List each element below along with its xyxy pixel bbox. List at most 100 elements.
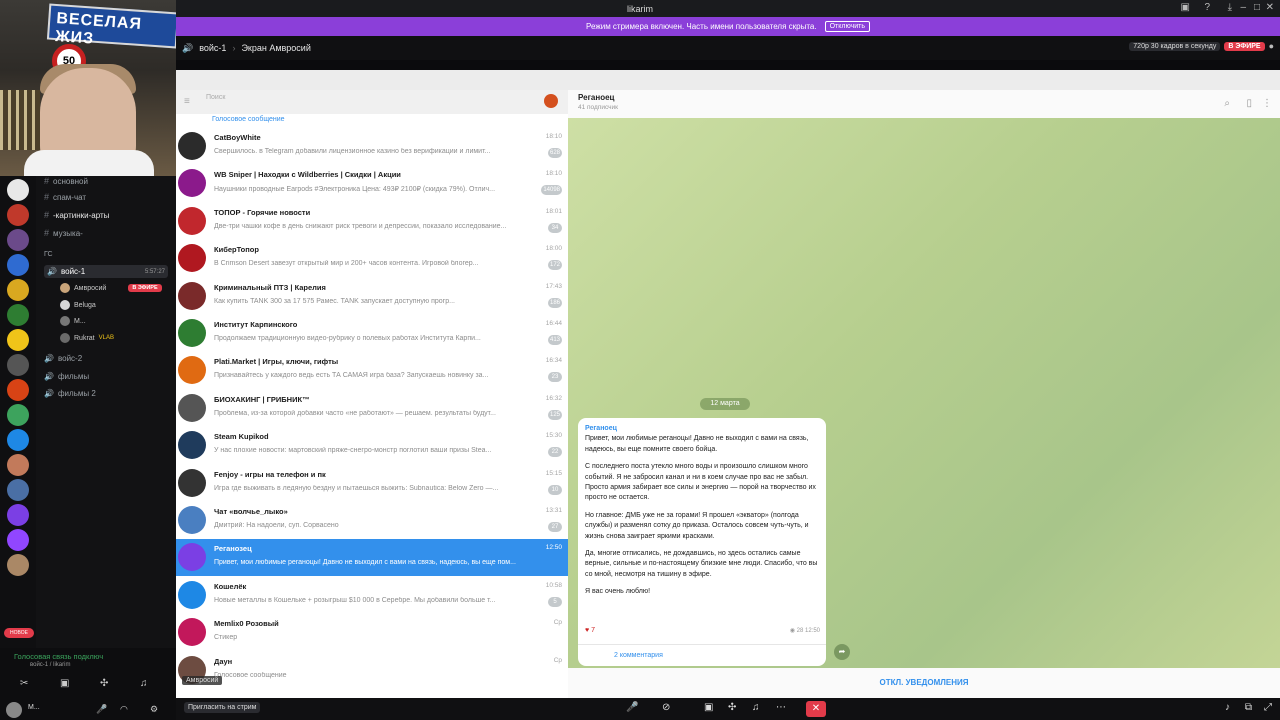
chat-preview: Стикер [214,634,238,642]
voice-user[interactable]: Beluga [60,300,96,310]
channel-spam[interactable]: # спам-чат [44,192,86,202]
close-icon[interactable]: ✕ [1266,2,1274,13]
forward-icon[interactable]: ➦ [834,644,850,660]
chat-name: КиберТопор [214,245,259,255]
server-icon[interactable] [7,504,29,526]
soundboard-icon[interactable]: ♫ [752,702,760,713]
screen-share-icon[interactable]: ▣ [60,678,69,689]
avatar [60,283,70,293]
chat-header: Реганоец 41 подписчик ⌕ ▯ ⋮ [568,90,1280,118]
chat-row[interactable]: БИОХАКИНГ | ГРИБНИК™ Проблема, из-за кото… [176,390,568,427]
chat-row[interactable]: КиберТопор В Crimson Desert завезут откры… [176,240,568,277]
chat-row[interactable]: Plati.Market | Игры, ключи, гифты Признав… [176,352,568,389]
comments-link[interactable]: 2 комментария [578,644,826,666]
menu-icon[interactable]: ≡ [184,96,190,107]
invite-to-stream-button[interactable]: Пригласить на стрим [184,702,261,713]
server-icon[interactable] [7,179,29,201]
speaker-icon: 🔊 [44,354,54,363]
server-icon[interactable] [7,479,29,501]
inbox-icon[interactable]: ▣ [1181,2,1190,13]
chat-row[interactable]: Fenjoy - игры на телефон и пк Игра где вы… [176,465,568,502]
speaker-icon: 🔊 [44,372,54,381]
server-icon[interactable] [7,379,29,401]
streamer-mode-text: Режим стримера включен. Часть имени поль… [586,22,817,31]
chat-row[interactable]: Криминальный ПТЗ | Карелия Как купить TAN… [176,278,568,315]
voice-channel-1[interactable]: 🔊 войс-1 5:57:27 [44,265,168,278]
search-icon[interactable]: ⌕ [1224,98,1230,109]
chat-row[interactable]: Steam Kupikod У нас плохие новости: марто… [176,427,568,464]
soundboard-icon[interactable]: ♫ [140,678,148,689]
activities-icon[interactable]: ✣ [100,678,108,689]
server-icon[interactable] [7,529,29,551]
chat-row[interactable]: Институт Карпинского Продолжаем традицион… [176,315,568,352]
leave-call-button[interactable]: ✕ [806,701,826,717]
category-voice[interactable]: ГС [44,251,53,258]
voice-channel-2[interactable]: 🔊 войс-2 [44,354,82,363]
channel-music[interactable]: # музыка- [44,228,83,238]
server-icon[interactable] [7,454,29,476]
chat-row[interactable]: ТОПОР - Горячие новости Две-три чашки коф… [176,203,568,240]
user-avatar[interactable] [6,702,22,718]
headphones-icon[interactable]: ◠ [120,704,128,715]
voice-channel-films[interactable]: 🔊 фильмы [44,372,89,381]
voice-user[interactable]: Амвросий В ЭФИРЕ [60,283,162,293]
hash-icon: # [44,176,50,186]
more-icon[interactable]: ⋮ [1262,98,1272,109]
channel-title[interactable]: Реганоец [578,93,614,102]
chat-row[interactable]: Memlix0 Розовый Стикер Ср [176,614,568,651]
user-icon[interactable]: ● [1269,41,1274,51]
heart-reaction[interactable]: ♥ 7 [585,626,595,636]
download-icon[interactable]: ⤓ [1228,2,1232,13]
server-icon[interactable] [7,229,29,251]
voice-channel-films-2[interactable]: 🔊 фильмы 2 [44,389,96,398]
search-input[interactable]: Поиск [206,94,542,108]
server-icon[interactable] [7,254,29,276]
server-icon[interactable] [7,304,29,326]
screen-share-icon[interactable]: ▣ [704,702,713,713]
voice-user[interactable]: М... [60,316,86,326]
unread-badge: 413 [547,335,562,345]
settings-icon[interactable]: ⚙ [150,704,158,715]
server-icon[interactable] [7,354,29,376]
chat-name: Steam Kupikod [214,432,269,442]
camera-icon[interactable]: ⊘ [662,702,670,713]
mute-notifications-button[interactable]: ОТКЛ. УВЕДОМЛЕНИЯ [568,668,1280,698]
chat-row[interactable]: Реганозец Привет, мои любимые реганоцы! Д… [176,539,568,577]
title-bar: likarim ▣ ? ⤓ – □ ✕ [0,0,1280,17]
disconnect-icon[interactable]: ✂ [20,678,28,689]
disable-streamer-mode-button[interactable]: Отключить [824,21,870,32]
more-icon[interactable]: ⋯ [776,702,786,713]
mic-icon[interactable]: 🎤 [626,702,638,713]
chat-row[interactable]: CatBoyWhite Свершилось. в Telegram добави… [176,128,568,165]
speaker-icon: 🔊 [44,389,54,398]
fullscreen-icon[interactable]: ⤢ [1264,702,1272,713]
chat-name: Криминальный ПТЗ | Карелия [214,282,326,292]
chat-row[interactable]: Кошелёк Новые металлы в Кошельке + розыгр… [176,577,568,614]
activities-icon[interactable]: ✣ [728,702,736,713]
voice-header: 🔊 войс-1 › Экран Амвросий 720p 30 кадров… [176,36,1280,60]
popout-icon[interactable]: ⧉ [1245,702,1252,713]
server-icon[interactable] [7,279,29,301]
chat-row[interactable]: Чат «волчье_лыко» Дмитрий: На надоели, су… [176,502,568,539]
server-icon[interactable] [7,329,29,351]
top-voice-preview: Голосовое сообщение [212,116,285,123]
chat-row[interactable]: WB Sniper | Находки с Wildberries | Скид… [176,165,568,202]
telegram-window: ≡ Поиск Голосовое сообщение CatBoyWhite С… [176,70,1280,698]
minimize-icon[interactable]: – [1240,2,1246,13]
server-icon[interactable] [7,429,29,451]
chat-name: Чат «волчье_лыко» [214,507,288,516]
mic-icon[interactable]: 🎤 [96,704,107,715]
server-icon[interactable] [7,404,29,426]
sidebar-icon[interactable]: ▯ [1246,98,1252,109]
maximize-icon[interactable]: □ [1254,2,1260,13]
voice-user[interactable]: Rukrat VLAB [60,333,114,343]
help-icon[interactable]: ? [1204,2,1210,13]
server-icon[interactable] [7,204,29,226]
chat-row[interactable]: Даун Голосовое сообщение Ср [176,652,568,689]
server-icon[interactable] [7,554,29,576]
new-badge: НОВОЕ [4,628,34,638]
story-avatar[interactable] [544,94,558,108]
volume-icon[interactable]: ♪ [1225,702,1230,713]
channel-art[interactable]: # -картинки-арты [44,210,109,220]
channel-main[interactable]: # основной [44,176,88,186]
